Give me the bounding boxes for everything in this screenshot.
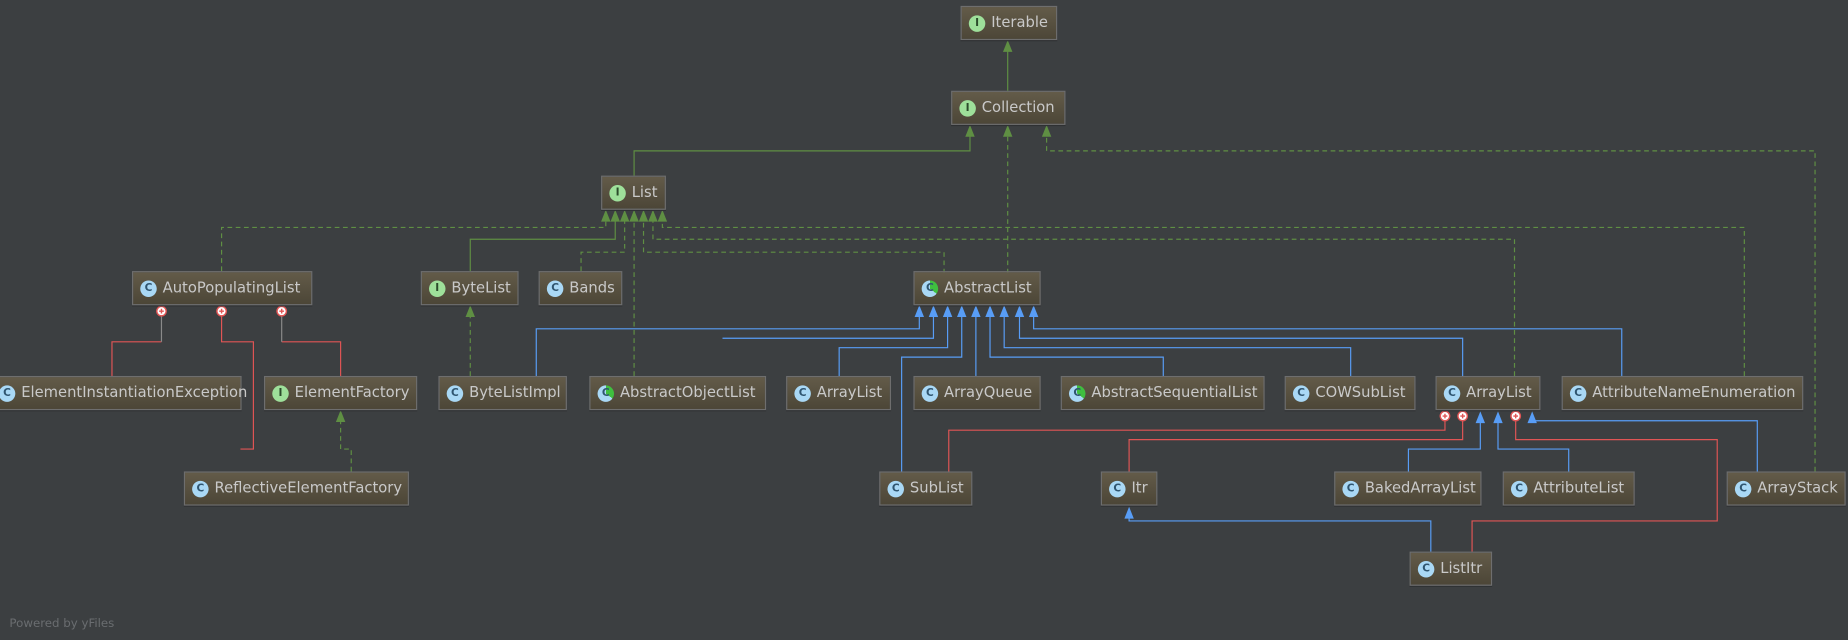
node-label: ArrayList [816, 383, 883, 402]
node-reflective-element-factory[interactable]: C ReflectiveElementFactory [183, 471, 409, 506]
abstract-class-icon: C [1068, 384, 1086, 402]
class-icon: C [1417, 560, 1435, 577]
node-label: AbstractSequentialList [1091, 383, 1258, 402]
inner-class-edges [111, 313, 1718, 552]
node-label: ArrayList [1466, 383, 1532, 402]
node-label: AutoPopulatingList [162, 278, 301, 297]
node-list[interactable]: I List [601, 175, 666, 210]
node-abstract-list[interactable]: C AbstractList [913, 271, 1041, 306]
node-iterable[interactable]: I Iterable [960, 5, 1058, 41]
node-byte-list[interactable]: I ByteList [420, 271, 519, 306]
node-abstract-sequential-list[interactable]: C AbstractSequentialList [1060, 375, 1265, 411]
node-array-queue[interactable]: C ArrayQueue [913, 375, 1041, 411]
node-element-instantiation-exception[interactable]: C ElementInstantiationException [0, 375, 247, 411]
class-icon: C [1109, 480, 1126, 497]
class-icon: C [140, 279, 157, 297]
node-array-list[interactable]: C ArrayList [1435, 375, 1541, 411]
node-array-list-inner[interactable]: C ArrayList [786, 375, 892, 411]
node-attribute-list[interactable]: C AttributeList [1502, 471, 1635, 506]
node-array-stack[interactable]: C ArrayStack [1726, 471, 1846, 506]
node-label: Iterable [991, 13, 1048, 31]
interface-icon: I [272, 384, 289, 402]
class-icon: C [446, 384, 464, 402]
diagram-canvas: I Iterable I Collection I List C AutoPopulat… [0, 0, 1848, 640]
node-label: ArrayQueue [944, 383, 1033, 402]
node-byte-list-impl[interactable]: C ByteListImpl [438, 375, 567, 411]
node-label: ElementFactory [294, 383, 410, 402]
edges-layer [111, 40, 1816, 552]
node-label: Collection [981, 98, 1055, 116]
node-label: Itr [1131, 478, 1148, 497]
node-label: ListItr [1440, 558, 1483, 577]
class-icon: C [794, 384, 811, 402]
class-icon: C [1569, 384, 1587, 402]
node-list-itr[interactable]: C ListItr [1409, 551, 1493, 586]
node-label: List [631, 182, 658, 201]
node-label: AttributeNameEnumeration [1592, 383, 1796, 402]
node-collection[interactable]: I Collection [951, 90, 1066, 125]
abstract-class-icon: C [597, 384, 615, 402]
class-icon: C [1510, 480, 1528, 497]
class-icon: C [1342, 480, 1359, 497]
node-label: COWSubList [1315, 383, 1406, 402]
class-icon: C [546, 279, 564, 297]
interface-icon: I [968, 14, 986, 32]
class-icon: C [921, 384, 939, 402]
interface-extends-edges [469, 44, 1009, 272]
interface-icon: I [429, 279, 446, 297]
node-baked-array-list[interactable]: C BakedArrayList [1334, 471, 1482, 506]
green-arrowheads [335, 40, 1052, 422]
powered-by-footer: Powered by yFiles [9, 617, 115, 631]
node-label: BakedArrayList [1364, 478, 1476, 497]
node-label: ByteList [451, 278, 511, 297]
node-label: AttributeList [1533, 478, 1625, 497]
node-bands[interactable]: C Bands [538, 271, 623, 306]
node-label: AbstractObjectList [619, 383, 756, 402]
abstract-class-icon: C [921, 279, 939, 297]
class-icon: C [1734, 480, 1752, 497]
node-sub-list[interactable]: C SubList [879, 471, 973, 506]
node-abstract-object-list[interactable]: C AbstractObjectList [589, 375, 767, 411]
node-label: ReflectiveElementFactory [214, 478, 403, 497]
class-icon: C [1292, 384, 1310, 402]
class-icon: C [1443, 384, 1461, 402]
node-label: ByteListImpl [469, 383, 561, 402]
node-label: ArrayStack [1757, 478, 1838, 497]
node-itr[interactable]: C Itr [1100, 471, 1158, 506]
node-label: AbstractList [944, 278, 1032, 297]
interface-icon: I [959, 99, 976, 117]
node-auto-populating-list[interactable]: C AutoPopulatingList [132, 271, 313, 306]
node-label: Bands [569, 278, 615, 297]
class-icon: C [192, 480, 209, 497]
class-icon: C [0, 384, 16, 402]
node-cow-sub-list[interactable]: C COWSubList [1284, 375, 1416, 411]
node-element-factory[interactable]: I ElementFactory [264, 375, 418, 411]
node-attribute-name-enumeration[interactable]: C AttributeNameEnumeration [1561, 375, 1804, 411]
node-label: SubList [909, 478, 964, 497]
class-icon: C [887, 480, 904, 497]
node-label: ElementInstantiationException [21, 383, 248, 402]
interface-icon: I [609, 184, 626, 201]
